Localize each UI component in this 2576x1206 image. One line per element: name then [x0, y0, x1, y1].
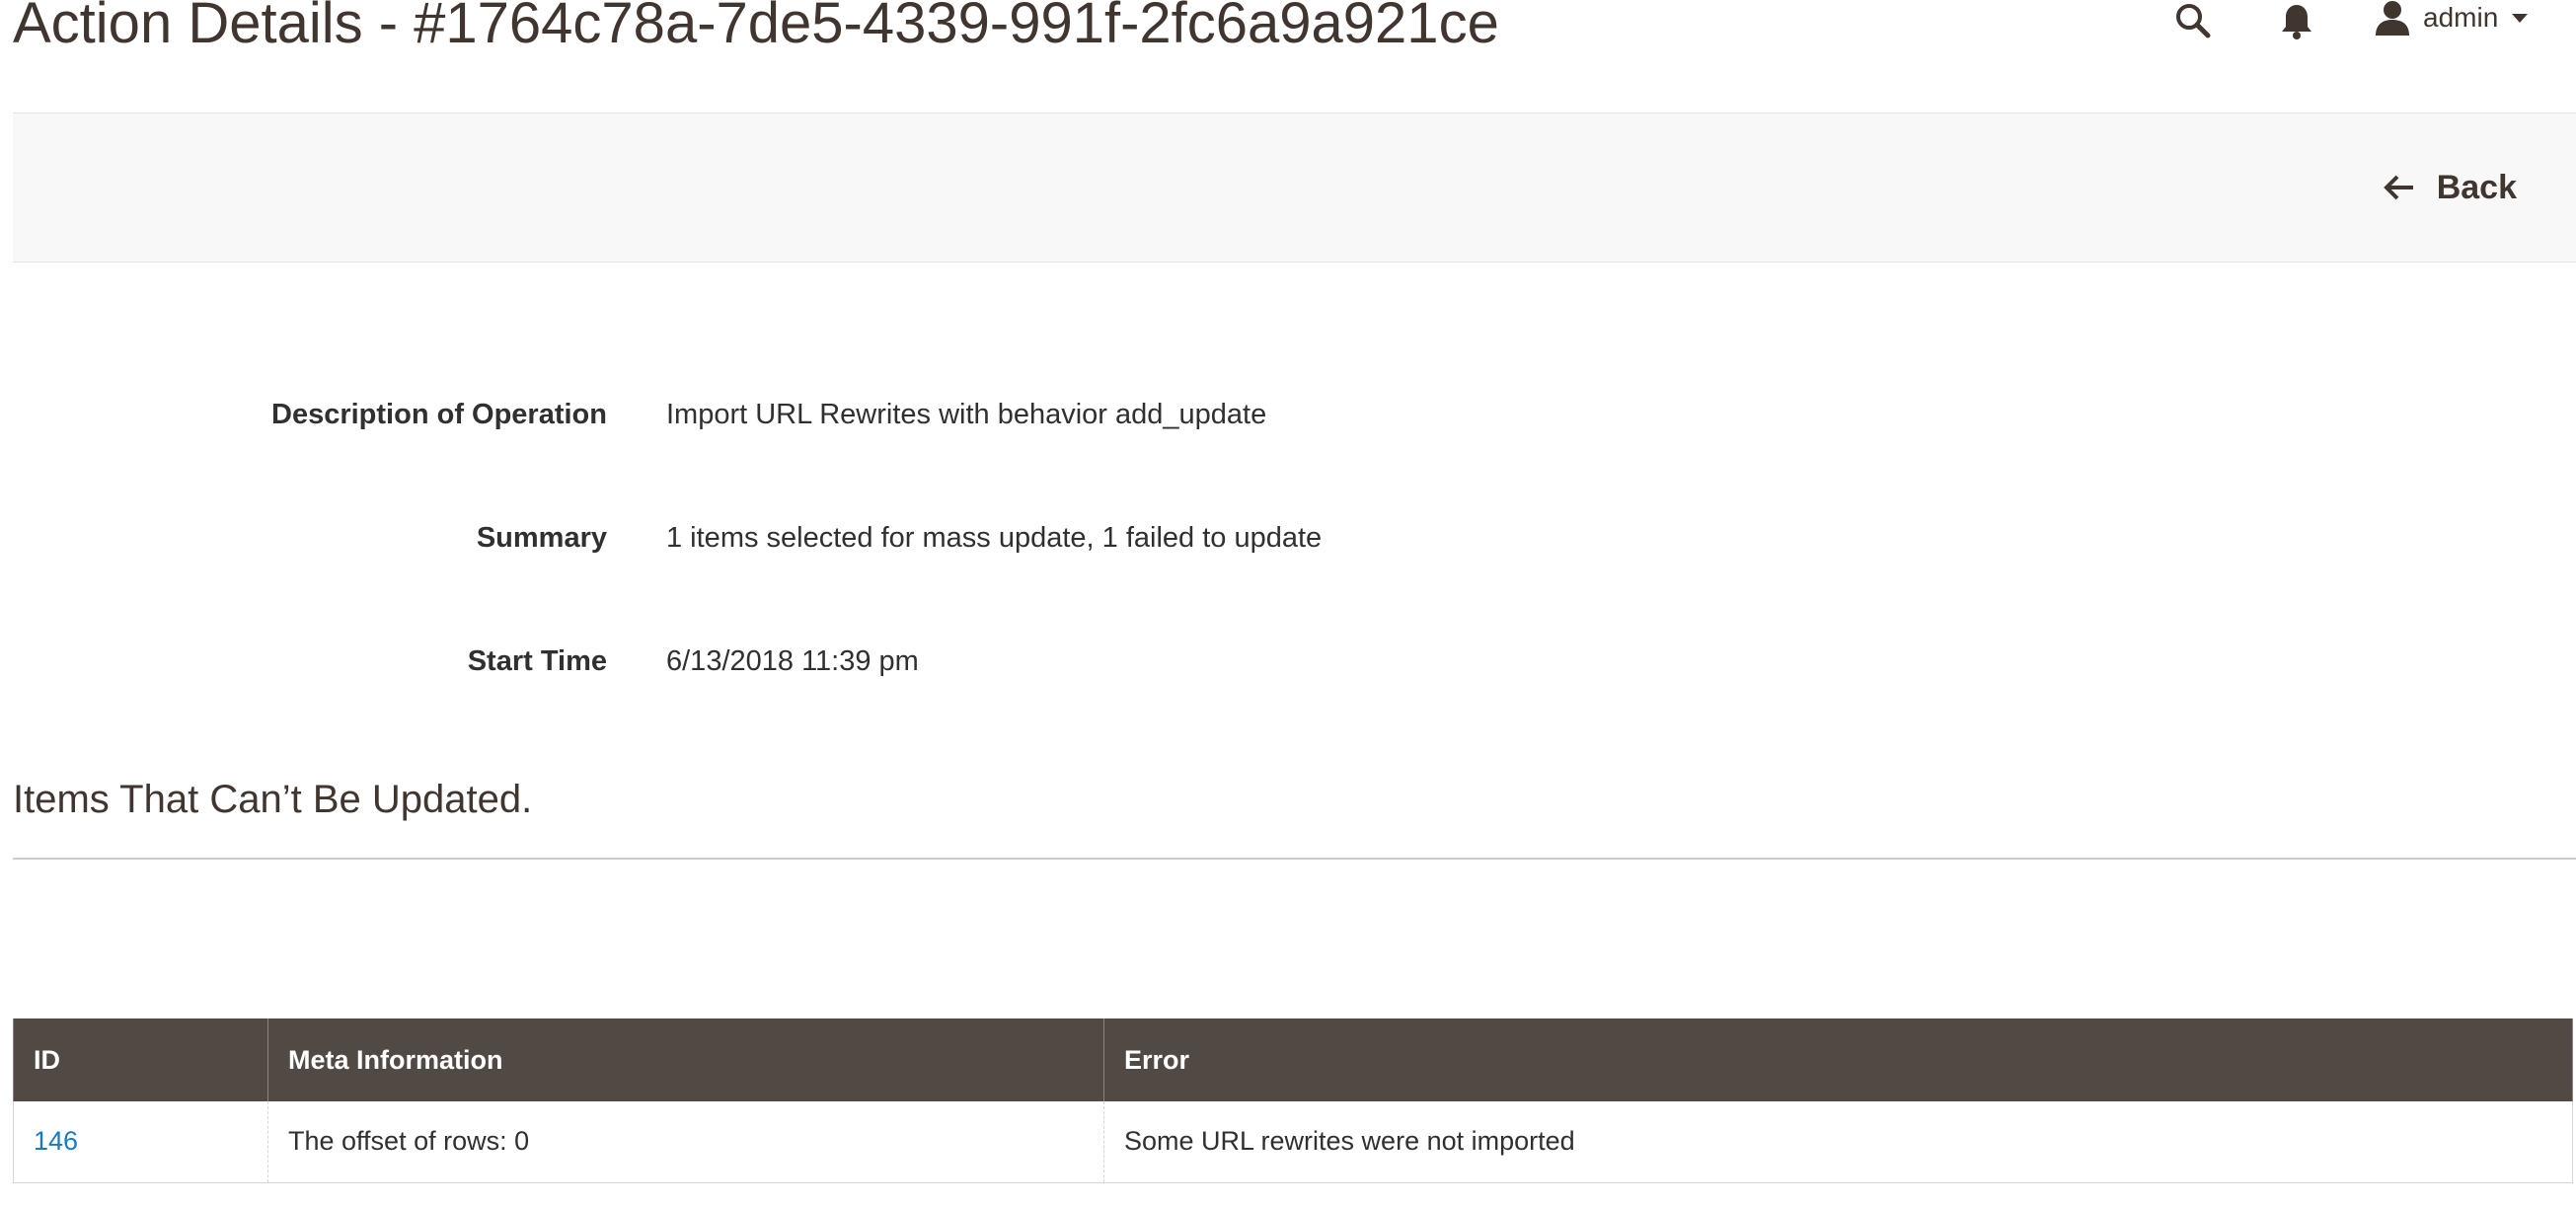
user-icon — [2376, 1, 2409, 36]
summary-value: 1 items selected for mass update, 1 fail… — [666, 522, 1323, 554]
start-time-value: 6/13/2018 11:39 pm — [666, 645, 919, 677]
info-row-description: Description of Operation Import URL Rewr… — [0, 385, 2576, 444]
start-time-label: Start Time — [467, 645, 607, 677]
table-header-row: ID Meta Information Error — [13, 1018, 2573, 1101]
back-label: Back — [2436, 168, 2517, 206]
description-value: Import URL Rewrites with behavior add_up… — [666, 399, 1267, 430]
page-actions-bar: Back — [13, 113, 2576, 263]
description-label: Description of Operation — [271, 399, 607, 430]
cell-id: 146 — [13, 1101, 268, 1183]
search-icon — [2176, 4, 2211, 38]
caret-down-icon — [2512, 13, 2529, 23]
column-header-id: ID — [13, 1018, 268, 1101]
failed-items-table: ID Meta Information Error 146 The offset… — [13, 1018, 2573, 1183]
section-divider — [13, 858, 2576, 860]
table-row: 146 The offset of rows: 0 Some URL rewri… — [13, 1101, 2573, 1183]
page-title: Action Details - #1764c78a-7de5-4339-991… — [13, 0, 1499, 55]
column-header-error: Error — [1103, 1018, 2573, 1101]
item-id-link[interactable]: 146 — [34, 1126, 78, 1156]
bell-icon — [2282, 5, 2311, 39]
cell-meta: The offset of rows: 0 — [267, 1101, 1104, 1183]
info-row-summary: Summary 1 items selected for mass update… — [0, 508, 2576, 567]
cell-error: Some URL rewrites were not imported — [1103, 1101, 2573, 1183]
header-actions: admin — [2083, 0, 2576, 39]
notifications-button[interactable] — [2267, 0, 2326, 43]
summary-label: Summary — [476, 522, 607, 554]
column-header-meta: Meta Information — [267, 1018, 1104, 1101]
page-header: Action Details - #1764c78a-7de5-4339-991… — [0, 0, 2576, 109]
info-row-start-time: Start Time 6/13/2018 11:39 pm — [0, 632, 2576, 691]
back-button[interactable]: Back — [2383, 163, 2517, 212]
user-name: admin — [2423, 2, 2499, 33]
arrow-left-icon — [2383, 174, 2415, 201]
user-menu[interactable]: admin — [2374, 0, 2571, 36]
section-title: Items That Can’t Be Updated. — [13, 778, 533, 821]
search-button[interactable] — [2163, 0, 2223, 43]
